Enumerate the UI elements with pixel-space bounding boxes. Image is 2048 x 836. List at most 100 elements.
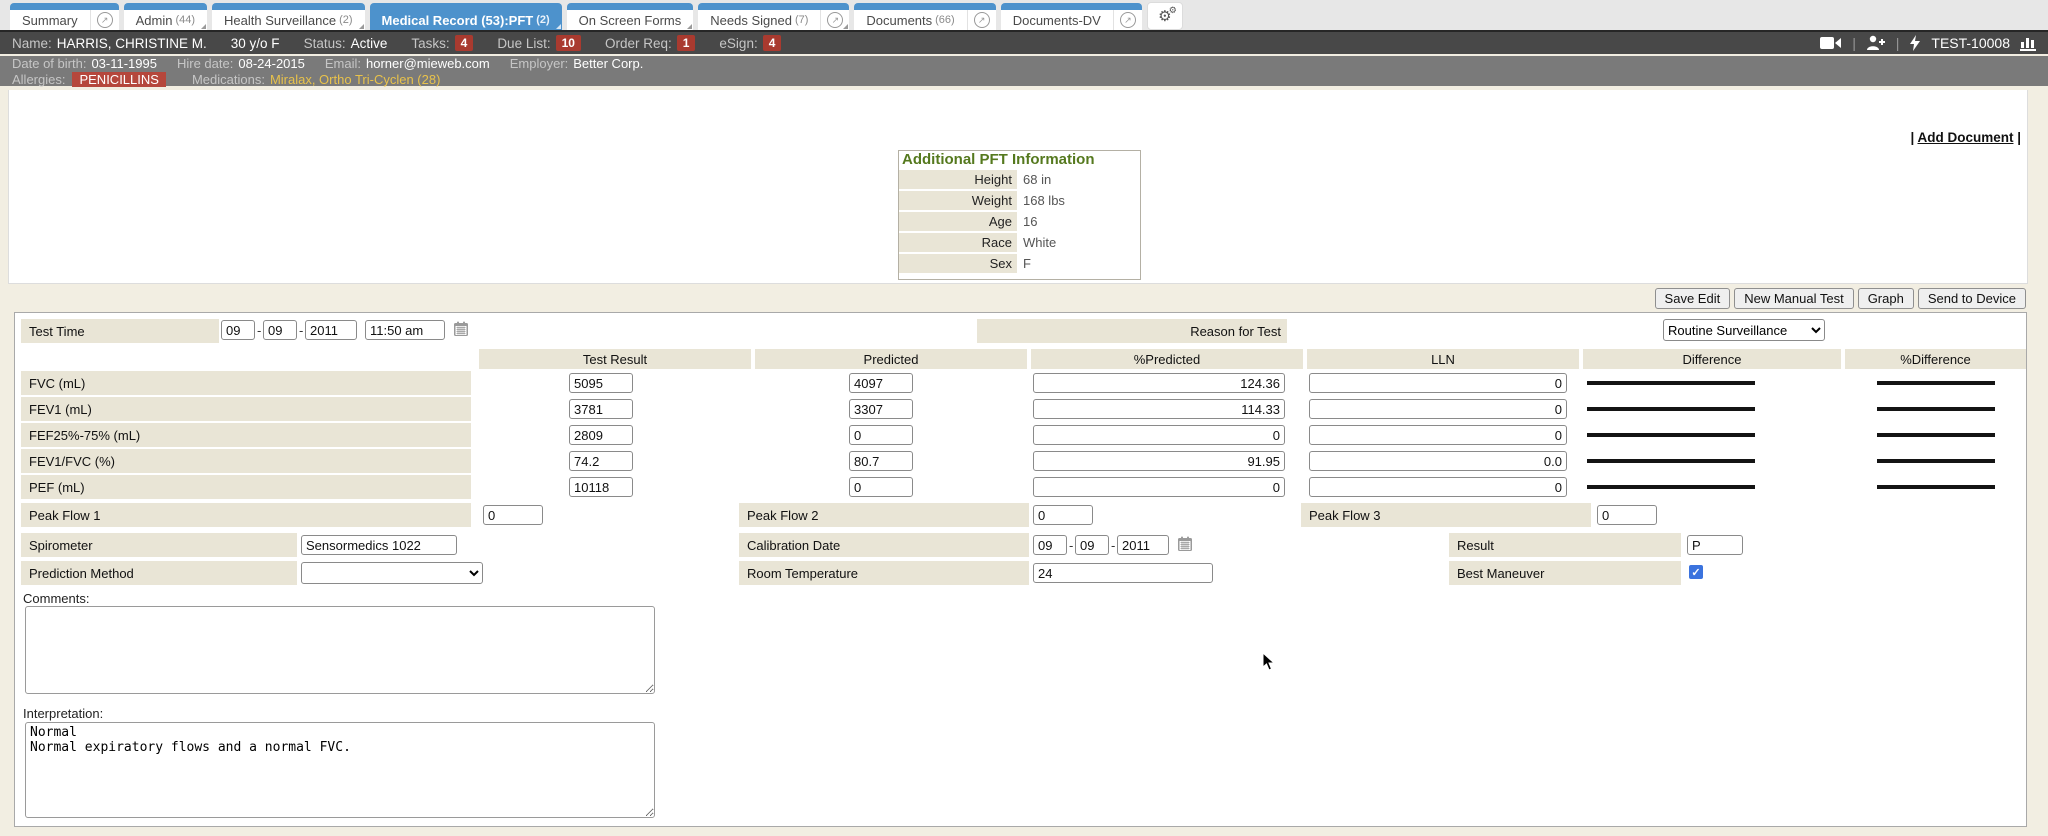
peak-flow-3-input[interactable] [1597,505,1657,525]
tab-admin[interactable]: Admin(44) [124,3,207,30]
email-value: horner@mieweb.com [366,56,490,71]
test-time-day-input[interactable] [263,320,297,340]
spirometer-input[interactable] [301,535,457,555]
tab-medical-record-pft[interactable]: Medical Record (53):PFT(2) [370,3,562,30]
interpretation-textarea[interactable]: Normal Normal expiratory flows and a nor… [25,722,655,818]
fvc-pct-predicted-input[interactable] [1033,373,1285,393]
pef-difference-line [1587,485,1755,489]
sex-value: F [1017,256,1031,271]
fev1-fvc-pct-predicted-input[interactable] [1033,451,1285,471]
pft-info-row: Age16 [899,212,1140,231]
fef2575-lln-input[interactable] [1309,425,1567,445]
calibration-year-input[interactable] [1117,535,1169,555]
race-value: White [1017,235,1056,250]
date-dash [299,323,303,338]
result-input[interactable] [1687,535,1743,555]
pft-info-row: RaceWhite [899,233,1140,252]
due-list-count-badge[interactable]: 10 [556,35,581,51]
send-to-device-button[interactable]: Send to Device [1918,288,2026,309]
add-document-link[interactable]: Add Document [1917,130,2013,145]
reason-for-test-label: Reason for Test [977,319,1287,343]
dob-label: Date of birth: [12,56,86,71]
prediction-method-label: Prediction Method [21,561,297,585]
best-maneuver-checkbox[interactable] [1689,565,1703,579]
pef-lln-input[interactable] [1309,477,1567,497]
fef2575-test-result-input[interactable] [569,425,633,445]
test-time-year-input[interactable] [305,320,357,340]
medications-value: Miralax, Ortho Tri-Cyclen (28) [270,72,440,87]
reason-for-test-select[interactable]: Routine Surveillance [1663,319,1825,341]
pef-test-result-input[interactable] [569,477,633,497]
esign-count-badge[interactable]: 4 [763,35,782,51]
fev1-test-result-input[interactable] [569,399,633,419]
tab-summary[interactable]: Summary [10,3,119,30]
calendar-icon[interactable] [453,321,469,337]
tab-count: (7) [795,14,808,26]
add-person-icon[interactable] [1866,35,1886,51]
test-time-month-input[interactable] [221,320,255,340]
prediction-method-select[interactable] [301,562,483,584]
calibration-month-input[interactable] [1033,535,1067,555]
peak-flow-1-input[interactable] [483,505,543,525]
fev1-fvc-pct-difference-line [1877,459,1995,463]
patient-age-sex: 30 y/o F [231,36,280,51]
graph-button[interactable]: Graph [1858,288,1914,309]
fef2575-predicted-input[interactable] [849,425,913,445]
new-manual-test-button[interactable]: New Manual Test [1734,288,1853,309]
order-req-label: Order Req: [605,36,672,51]
calendar-icon[interactable] [1177,536,1193,552]
fev1-fvc-difference-line [1587,459,1755,463]
tab-documents[interactable]: Documents(66) [854,3,995,30]
tab-health-surveillance[interactable]: Health Surveillance(2) [212,3,364,30]
submenu-fold-icon [843,24,848,29]
spirometer-label: Spirometer [21,533,297,557]
popout-button[interactable] [1113,10,1142,30]
peak-flow-2-input[interactable] [1033,505,1093,525]
fev1-pct-predicted-input[interactable] [1033,399,1285,419]
calibration-date-label: Calibration Date [739,533,1029,557]
peak-flow-2-label: Peak Flow 2 [739,503,1029,527]
popout-button[interactable] [967,10,996,30]
test-time-clock-input[interactable] [365,320,445,340]
fvc-predicted-input[interactable] [849,373,913,393]
fev1-fvc-lln-input[interactable] [1309,451,1567,471]
action-button-row: Save Edit New Manual Test Graph Send to … [1655,288,2026,309]
col-header-test-result: Test Result [479,349,751,369]
tab-needs-signed[interactable]: Needs Signed(7) [698,3,849,30]
tab-on-screen-forms[interactable]: On Screen Forms [567,3,694,30]
fev1-lln-input[interactable] [1309,399,1567,419]
document-header-panel: Add Document Additional PFT Information … [8,90,2028,284]
calibration-day-input[interactable] [1075,535,1109,555]
pef-pct-difference-line [1877,485,1995,489]
pft-info-title: Additional PFT Information [899,151,1140,170]
col-header-predicted: Predicted [755,349,1027,369]
save-edit-button[interactable]: Save Edit [1655,288,1731,309]
tasks-count-badge[interactable]: 4 [455,35,474,51]
order-req-count-badge[interactable]: 1 [677,35,696,51]
fev1-predicted-input[interactable] [849,399,913,419]
pef-pct-predicted-input[interactable] [1033,477,1285,497]
pft-form: Test Time Reason for Test Routine Survei… [14,312,2027,827]
fev1-fvc-test-result-input[interactable] [569,451,633,471]
peak-flow-1-label: Peak Flow 1 [21,503,471,527]
fev1-fvc-predicted-input[interactable] [849,451,913,471]
fvc-lln-input[interactable] [1309,373,1567,393]
allergy-badge: PENICILLINS [72,72,165,87]
bar-chart-icon[interactable] [2020,35,2036,51]
fvc-test-result-input[interactable] [569,373,633,393]
lightning-bolt-icon[interactable] [1909,35,1921,51]
pef-predicted-input[interactable] [849,477,913,497]
tab-documents-dv[interactable]: Documents-DV [1001,3,1142,30]
comments-textarea[interactable] [25,606,655,694]
tab-settings-gear-icon[interactable] [1147,2,1183,30]
name-label: Name: [12,36,52,51]
room-temperature-input[interactable] [1033,563,1213,583]
fef2575-pct-predicted-input[interactable] [1033,425,1285,445]
popout-button[interactable] [90,10,119,30]
height-value: 68 in [1017,172,1051,187]
video-camera-icon[interactable] [1820,36,1842,50]
tab-count: (2) [339,14,352,26]
fvc-pct-difference-line [1877,381,1995,385]
page: Summary Admin(44) Health Surveillance(2)… [0,0,2048,836]
submenu-fold-icon [687,24,692,29]
